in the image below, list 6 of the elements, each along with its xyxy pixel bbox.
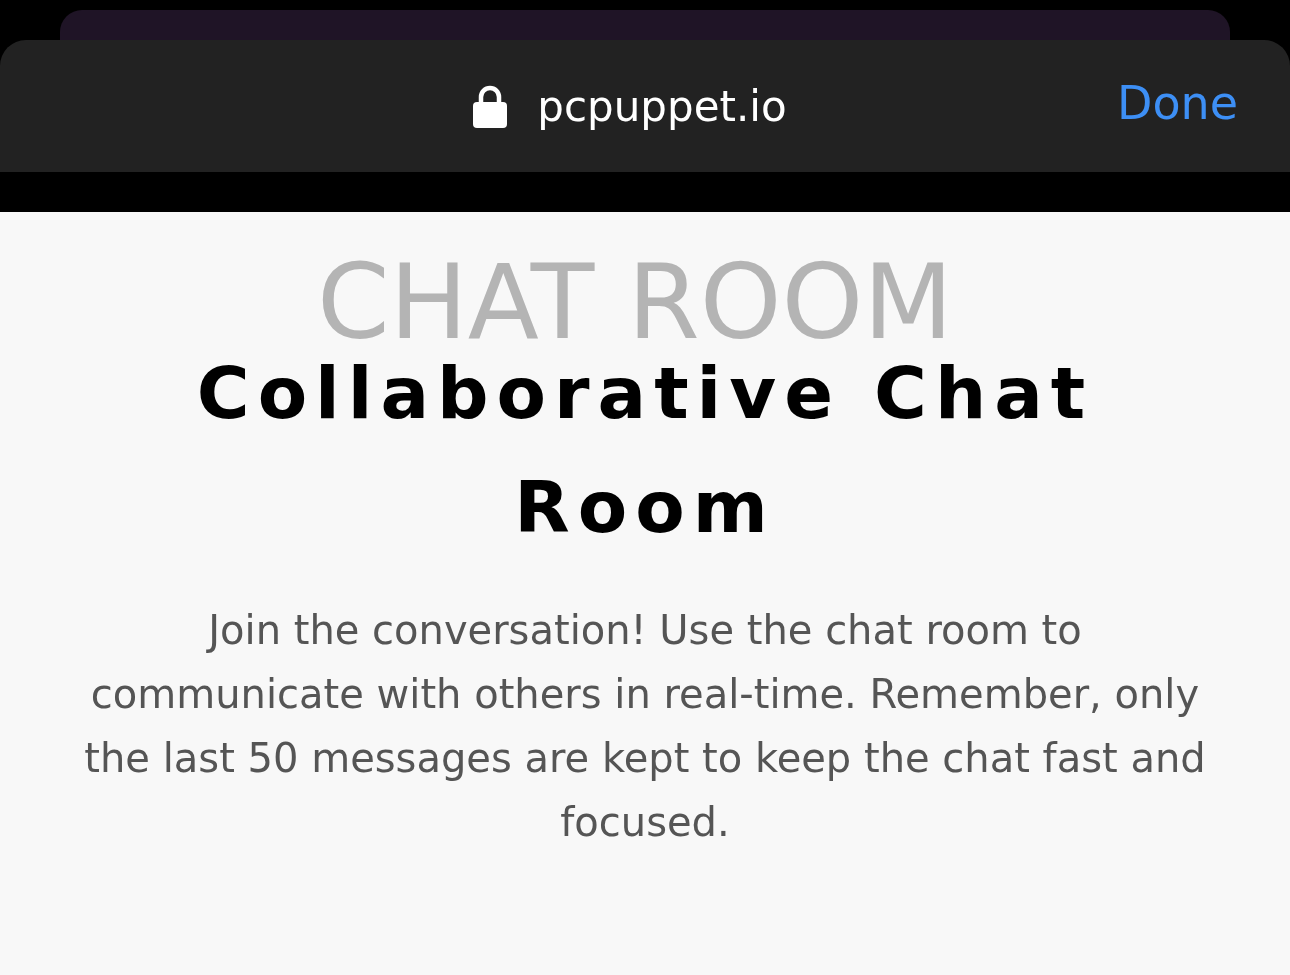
description-text: Join the conversation! Use the chat room to communicate with others in real-time. Remember, only the last 50 messages are kept to keep the chat fast and focused.	[83, 606, 1207, 847]
done-button[interactable]: Done	[1116, 76, 1238, 130]
lock-icon	[473, 84, 508, 128]
page-title: Collaborative Chat Room	[195, 350, 1095, 551]
background-heading: CHAT ROOM	[316, 260, 954, 344]
address-text: pcpuppet.io	[537, 81, 787, 131]
